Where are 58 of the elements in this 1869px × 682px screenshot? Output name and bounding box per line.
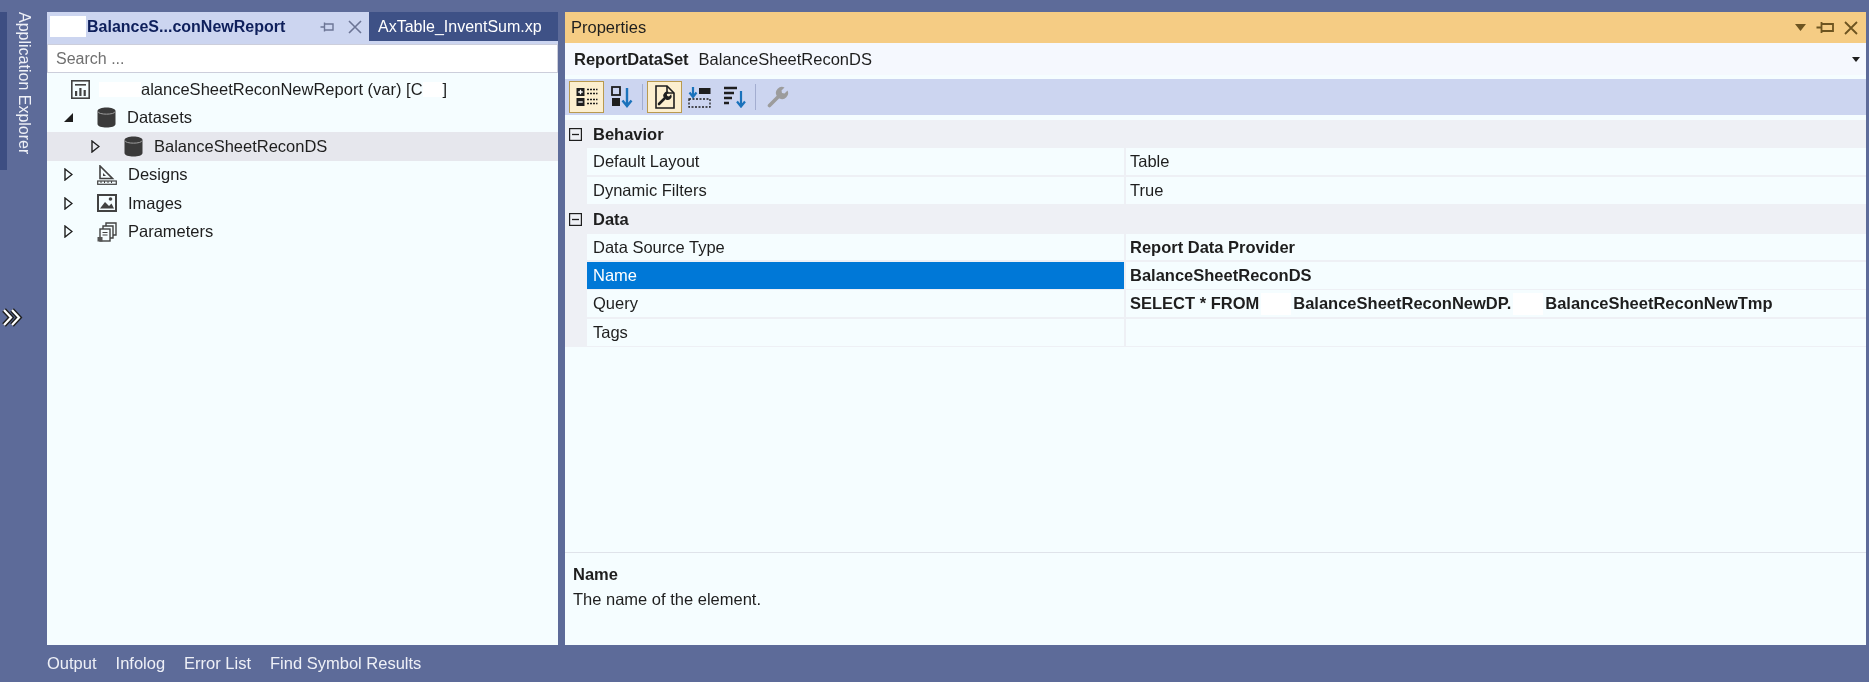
property-name[interactable]: Default Layout: [587, 148, 1124, 176]
tree-item[interactable]: Images: [47, 189, 558, 218]
collapse-box-icon[interactable]: [569, 212, 582, 226]
close-icon[interactable]: [1844, 20, 1858, 35]
toolbar-button[interactable]: [569, 81, 604, 113]
property-value[interactable]: Table: [1126, 148, 1866, 176]
category-header[interactable]: Behavior: [565, 120, 1866, 149]
tool-tab[interactable]: Find Symbol Results: [270, 654, 422, 673]
property-value[interactable]: SELECT * FROM BalanceSheetReconNewDP. BalanceSheetReconNewTmp: [1126, 290, 1866, 318]
document-tab[interactable]: BalanceS...conNewReport: [47, 12, 369, 41]
caret-icon[interactable]: [91, 139, 100, 153]
tool-tab[interactable]: Error List: [184, 654, 252, 673]
picture-icon: [97, 194, 117, 213]
object-selector[interactable]: ReportDataSet BalanceSheetReconDS: [565, 43, 1866, 75]
caret-icon[interactable]: [64, 113, 73, 123]
wrench-icon: [766, 86, 789, 108]
grouped-list-icon: [575, 87, 598, 107]
tool-tab[interactable]: Infolog: [115, 654, 166, 673]
property-name[interactable]: Dynamic Filters: [587, 176, 1124, 204]
tree-item[interactable]: BalanceSheetReconDS: [47, 132, 558, 161]
tree-item[interactable]: Parameters: [47, 217, 558, 246]
tree-item[interactable]: Datasets: [47, 103, 558, 132]
property-value[interactable]: Report Data Provider: [1126, 233, 1866, 261]
caret-icon[interactable]: [64, 196, 73, 210]
collapse-box-icon[interactable]: [569, 127, 582, 141]
side-tab[interactable]: Application Explorer: [0, 12, 33, 170]
database-icon: [97, 107, 116, 129]
pin-icon[interactable]: [1816, 21, 1834, 34]
close-icon[interactable]: [348, 19, 362, 34]
page-wrench-icon: [654, 85, 675, 109]
search-field[interactable]: Search ...: [47, 44, 558, 73]
description-title: Name: [573, 564, 619, 585]
pin-icon[interactable]: [320, 20, 334, 33]
category-header[interactable]: Data: [565, 205, 1866, 234]
list-arrow-icon: [723, 86, 746, 108]
caret-icon[interactable]: [64, 225, 73, 239]
property-value[interactable]: True: [1126, 176, 1866, 204]
stacked-pages-icon: [97, 221, 117, 242]
report-chart-icon: [71, 79, 90, 99]
property-name[interactable]: Name: [587, 261, 1124, 289]
property-name[interactable]: Tags: [587, 318, 1124, 346]
sort-arrow-icon: [610, 86, 633, 108]
document-tab[interactable]: AxTable_InventSum.xp: [369, 12, 558, 41]
tree-item[interactable]: Designs: [47, 160, 558, 189]
description-text: The name of the element.: [573, 589, 763, 610]
property-name[interactable]: Data Source Type: [587, 233, 1124, 261]
panel-title: Properties: [571, 18, 647, 37]
property-value[interactable]: BalanceSheetReconDS: [1126, 261, 1866, 289]
property-name[interactable]: Query: [587, 290, 1124, 318]
double-chevron-icon[interactable]: [1, 307, 23, 328]
database-icon: [124, 135, 143, 157]
ruler-triangle-icon: [97, 164, 117, 185]
tool-tab[interactable]: Output: [47, 654, 97, 673]
toolbar-button[interactable]: [647, 81, 682, 113]
dropdown-arrow-icon[interactable]: [1852, 56, 1860, 62]
caret-icon[interactable]: [64, 168, 73, 182]
arrow-box-icon: [688, 86, 711, 108]
tree-item[interactable]: alanceSheetReconNewReport (var) [C ]: [47, 75, 558, 104]
